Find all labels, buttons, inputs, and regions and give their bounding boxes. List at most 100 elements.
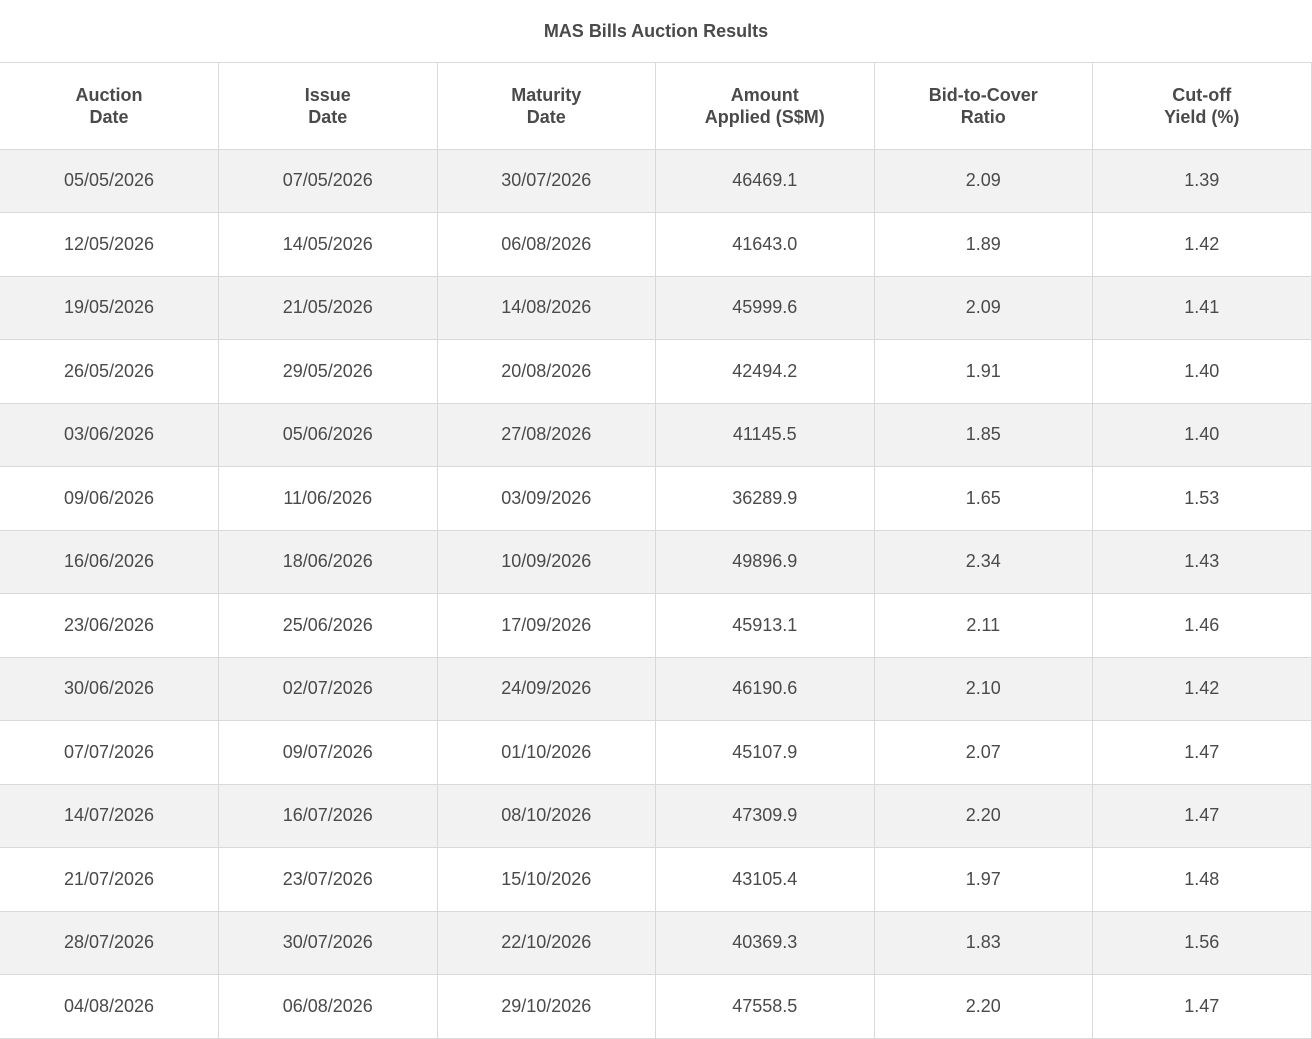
cell-amount-applied: 46469.1 (655, 149, 874, 213)
table-row: 05/05/2026 07/05/2026 30/07/2026 46469.1 2.0… (0, 149, 1312, 213)
cell-bid-to-cover-ratio: 2.09 (873, 276, 1093, 340)
table-row: 04/08/2026 06/08/2026 29/10/2026 47558.5 2.2… (0, 974, 1312, 1039)
cell-issue-date: 09/07/2026 (218, 720, 437, 785)
cell-cut-off-yield: 1.42 (1092, 657, 1312, 721)
table-row: 28/07/2026 30/07/2026 22/10/2026 40369.3 1.8… (0, 911, 1312, 975)
column-header-line2: Date (526, 106, 566, 127)
cell-issue-date: 06/08/2026 (218, 974, 437, 1039)
table-row: 14/07/2026 16/07/2026 08/10/2026 47309.9 2.2… (0, 784, 1312, 848)
cell-bid-to-cover-ratio: 2.10 (873, 657, 1093, 721)
cell-cut-off-yield: 1.42 (1092, 212, 1312, 277)
cell-issue-date: 21/05/2026 (218, 276, 437, 340)
cell-issue-date: 18/06/2026 (218, 530, 437, 594)
cell-cut-off-yield: 1.56 (1092, 911, 1312, 975)
cell-cut-off-yield: 1.47 (1092, 720, 1312, 785)
column-header-line2: Date (89, 106, 129, 127)
cell-amount-applied: 41145.5 (655, 403, 874, 467)
cell-cut-off-yield: 1.46 (1092, 593, 1312, 658)
cell-bid-to-cover-ratio: 1.91 (873, 339, 1093, 404)
cell-cut-off-yield: 1.40 (1092, 403, 1312, 467)
cell-issue-date: 05/06/2026 (218, 403, 437, 467)
cell-maturity-date: 01/10/2026 (436, 720, 656, 785)
cell-amount-applied: 42494.2 (655, 339, 874, 404)
cell-maturity-date: 27/08/2026 (436, 403, 656, 467)
cell-issue-date: 11/06/2026 (218, 466, 437, 531)
column-header-line1: Auction (75, 84, 143, 105)
column-header-line2: Yield (%) (1164, 106, 1240, 127)
cell-amount-applied: 40369.3 (655, 911, 874, 975)
header-row: Auction Date Issue Date Maturity Date Amount Ap… (0, 63, 1312, 150)
cell-maturity-date: 30/07/2026 (436, 149, 656, 213)
cell-issue-date: 29/05/2026 (218, 339, 437, 404)
column-header-line1: Amount (730, 84, 799, 105)
cell-bid-to-cover-ratio: 1.85 (873, 403, 1093, 467)
table-row: 19/05/2026 21/05/2026 14/08/2026 45999.6 2.0… (0, 276, 1312, 340)
column-header-line1: Cut-off (1172, 84, 1232, 105)
cell-bid-to-cover-ratio: 1.97 (873, 847, 1093, 912)
cell-cut-off-yield: 1.48 (1092, 847, 1312, 912)
cell-maturity-date: 06/08/2026 (436, 212, 656, 277)
cell-issue-date: 23/07/2026 (218, 847, 437, 912)
cell-auction-date: 23/06/2026 (0, 593, 219, 658)
cell-bid-to-cover-ratio: 2.34 (873, 530, 1093, 594)
cell-maturity-date: 15/10/2026 (436, 847, 656, 912)
cell-cut-off-yield: 1.53 (1092, 466, 1312, 531)
cell-issue-date: 30/07/2026 (218, 911, 437, 975)
auction-results-table: Auction Date Issue Date Maturity Date Amount Ap… (0, 63, 1312, 1039)
cell-cut-off-yield: 1.47 (1092, 784, 1312, 848)
column-header-line2: Date (308, 106, 348, 127)
cell-maturity-date: 29/10/2026 (436, 974, 656, 1039)
cell-issue-date: 14/05/2026 (218, 212, 437, 277)
table-row: 26/05/2026 29/05/2026 20/08/2026 42494.2 1.9… (0, 339, 1312, 404)
cell-bid-to-cover-ratio: 2.20 (873, 974, 1093, 1039)
column-header-maturity-date: Maturity Date (436, 63, 656, 150)
column-header-amount-applied: Amount Applied (S$M) (655, 63, 874, 150)
column-header-cut-off-yield: Cut-off Yield (%) (1092, 63, 1312, 150)
column-header-line1: Bid-to-Cover (928, 84, 1038, 105)
cell-bid-to-cover-ratio: 1.83 (873, 911, 1093, 975)
cell-amount-applied: 45999.6 (655, 276, 874, 340)
column-header-line1: Maturity (511, 84, 582, 105)
cell-cut-off-yield: 1.39 (1092, 149, 1312, 213)
cell-auction-date: 05/05/2026 (0, 149, 219, 213)
cell-maturity-date: 03/09/2026 (436, 466, 656, 531)
cell-maturity-date: 24/09/2026 (436, 657, 656, 721)
cell-auction-date: 30/06/2026 (0, 657, 219, 721)
table-row: 03/06/2026 05/06/2026 27/08/2026 41145.5 1.8… (0, 403, 1312, 467)
cell-amount-applied: 49896.9 (655, 530, 874, 594)
cell-auction-date: 16/06/2026 (0, 530, 219, 594)
cell-amount-applied: 47309.9 (655, 784, 874, 848)
cell-maturity-date: 20/08/2026 (436, 339, 656, 404)
cell-bid-to-cover-ratio: 2.07 (873, 720, 1093, 785)
cell-auction-date: 04/08/2026 (0, 974, 219, 1039)
table-row: 30/06/2026 02/07/2026 24/09/2026 46190.6 2.1… (0, 657, 1312, 721)
cell-amount-applied: 36289.9 (655, 466, 874, 531)
cell-issue-date: 25/06/2026 (218, 593, 437, 658)
cell-auction-date: 03/06/2026 (0, 403, 219, 467)
cell-maturity-date: 14/08/2026 (436, 276, 656, 340)
cell-amount-applied: 43105.4 (655, 847, 874, 912)
column-header-line1: Issue (304, 84, 351, 105)
cell-bid-to-cover-ratio: 2.09 (873, 149, 1093, 213)
cell-auction-date: 21/07/2026 (0, 847, 219, 912)
cell-cut-off-yield: 1.41 (1092, 276, 1312, 340)
cell-amount-applied: 46190.6 (655, 657, 874, 721)
cell-maturity-date: 10/09/2026 (436, 530, 656, 594)
cell-amount-applied: 45107.9 (655, 720, 874, 785)
table-row: 09/06/2026 11/06/2026 03/09/2026 36289.9 1.6… (0, 466, 1312, 531)
table-row: 12/05/2026 14/05/2026 06/08/2026 41643.0 1.8… (0, 212, 1312, 277)
table-body: 05/05/2026 07/05/2026 30/07/2026 46469.1 2.0… (0, 149, 1312, 1039)
cell-cut-off-yield: 1.43 (1092, 530, 1312, 594)
table-row: 21/07/2026 23/07/2026 15/10/2026 43105.4 1.9… (0, 847, 1312, 912)
cell-auction-date: 19/05/2026 (0, 276, 219, 340)
cell-bid-to-cover-ratio: 1.65 (873, 466, 1093, 531)
cell-issue-date: 02/07/2026 (218, 657, 437, 721)
table-row: 07/07/2026 09/07/2026 01/10/2026 45107.9 2.0… (0, 720, 1312, 785)
column-header-issue-date: Issue Date (218, 63, 437, 150)
cell-cut-off-yield: 1.47 (1092, 974, 1312, 1039)
cell-auction-date: 28/07/2026 (0, 911, 219, 975)
cell-auction-date: 14/07/2026 (0, 784, 219, 848)
table-title-bar: MAS Bills Auction Results (0, 0, 1312, 63)
column-header-line2: Ratio (960, 106, 1006, 127)
cell-bid-to-cover-ratio: 1.89 (873, 212, 1093, 277)
